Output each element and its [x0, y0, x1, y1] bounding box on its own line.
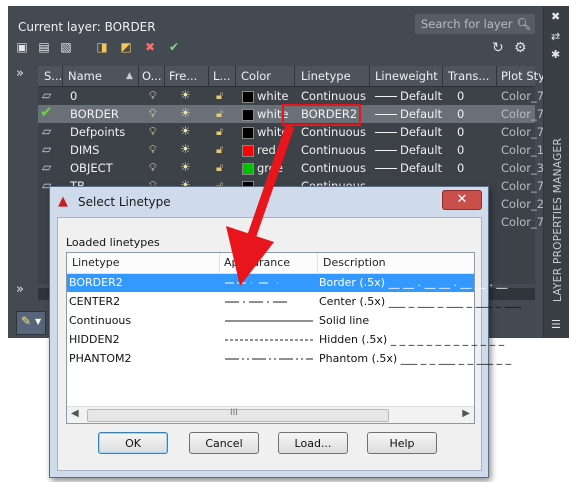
callout-arrow	[226, 124, 295, 286]
arrow-shaft	[246, 124, 295, 240]
arrow-head	[226, 226, 274, 286]
